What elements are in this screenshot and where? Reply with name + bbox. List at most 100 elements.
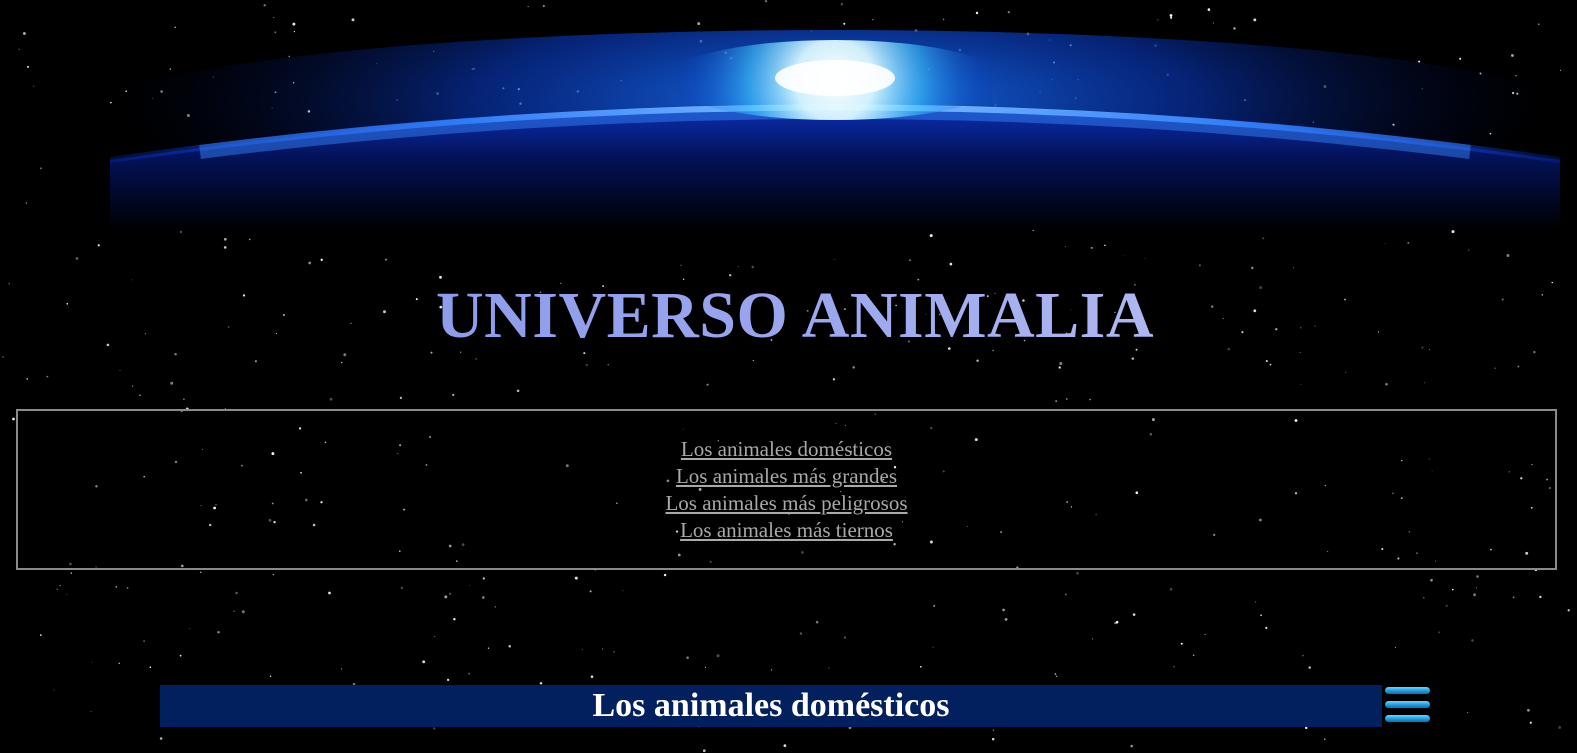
star xyxy=(70,572,72,574)
star xyxy=(508,645,511,648)
star xyxy=(929,234,933,238)
star xyxy=(1308,666,1311,669)
star xyxy=(622,590,624,592)
star xyxy=(1438,631,1441,634)
star xyxy=(1058,366,1061,369)
star xyxy=(223,246,227,249)
star xyxy=(1452,588,1454,591)
star xyxy=(1468,249,1470,251)
star xyxy=(815,620,819,624)
star xyxy=(716,654,720,658)
star xyxy=(59,585,61,587)
star xyxy=(832,378,836,381)
star xyxy=(1054,673,1057,675)
star xyxy=(1407,241,1410,244)
star xyxy=(453,618,456,621)
star xyxy=(607,364,609,366)
star xyxy=(400,586,404,590)
star xyxy=(1451,230,1455,234)
star xyxy=(1091,638,1093,640)
star xyxy=(1064,593,1067,596)
star xyxy=(183,398,185,401)
star xyxy=(159,737,163,740)
star xyxy=(581,649,583,651)
star xyxy=(574,576,578,580)
nav-link-most-dangerous-animals[interactable]: Los animales más peligrosos xyxy=(665,490,907,517)
star xyxy=(752,359,754,361)
nav-link-domestic-animals[interactable]: Los animales domésticos xyxy=(681,436,892,463)
star xyxy=(269,675,272,678)
star xyxy=(976,359,979,362)
star xyxy=(1476,575,1479,578)
star xyxy=(828,667,830,669)
star xyxy=(118,662,120,664)
star xyxy=(1180,642,1183,645)
star xyxy=(1251,266,1254,270)
star xyxy=(991,737,995,741)
star xyxy=(1494,367,1496,370)
star xyxy=(1192,654,1195,657)
star xyxy=(1466,711,1469,714)
star xyxy=(1065,398,1068,400)
star xyxy=(188,628,190,629)
star xyxy=(1262,237,1265,240)
hamburger-menu-icon[interactable] xyxy=(1385,687,1430,723)
star xyxy=(686,656,689,659)
star xyxy=(66,594,68,596)
star xyxy=(482,577,485,580)
star xyxy=(341,361,343,364)
section-header-bar: Los animales domésticos xyxy=(160,685,1382,727)
star xyxy=(328,591,331,595)
site-title: UNIVERSO ANIMALIA xyxy=(0,276,1577,356)
star xyxy=(446,678,450,682)
star xyxy=(1527,708,1530,712)
star xyxy=(589,590,592,593)
star xyxy=(320,258,323,261)
star xyxy=(139,394,141,397)
star xyxy=(468,672,471,675)
star xyxy=(434,635,436,637)
star xyxy=(1115,620,1119,624)
star xyxy=(1169,588,1173,591)
star xyxy=(919,665,922,668)
star xyxy=(1300,383,1302,385)
star xyxy=(481,596,485,599)
star xyxy=(385,258,387,261)
star xyxy=(1004,617,1008,621)
menu-bar-middle xyxy=(1385,701,1430,708)
star xyxy=(737,265,739,268)
star xyxy=(12,417,15,421)
star xyxy=(704,666,707,668)
star xyxy=(992,729,995,731)
menu-bar-top xyxy=(1385,687,1430,694)
nav-link-cutest-animals[interactable]: Los animales más tiernos xyxy=(680,517,893,544)
star xyxy=(770,669,773,671)
star xyxy=(1104,244,1106,247)
star xyxy=(1529,721,1532,724)
star xyxy=(702,749,706,753)
star xyxy=(1076,571,1079,575)
star xyxy=(585,363,588,367)
star xyxy=(1064,245,1066,248)
star xyxy=(516,389,520,393)
star xyxy=(751,265,754,269)
nav-link-largest-animals[interactable]: Los animales más grandes xyxy=(676,463,897,490)
star xyxy=(1265,360,1268,362)
star xyxy=(1395,647,1397,649)
star xyxy=(433,727,436,730)
star xyxy=(613,651,615,653)
star xyxy=(487,647,490,649)
star xyxy=(843,636,847,639)
star xyxy=(1293,267,1294,269)
star xyxy=(1002,608,1005,612)
star xyxy=(706,383,709,386)
planet-horizon-banner xyxy=(75,30,1577,230)
star xyxy=(1131,357,1135,360)
star xyxy=(475,357,478,360)
star xyxy=(1558,725,1562,729)
star xyxy=(1089,398,1091,401)
star xyxy=(1260,614,1262,617)
star xyxy=(799,632,803,635)
star xyxy=(663,573,667,577)
star xyxy=(39,634,42,636)
